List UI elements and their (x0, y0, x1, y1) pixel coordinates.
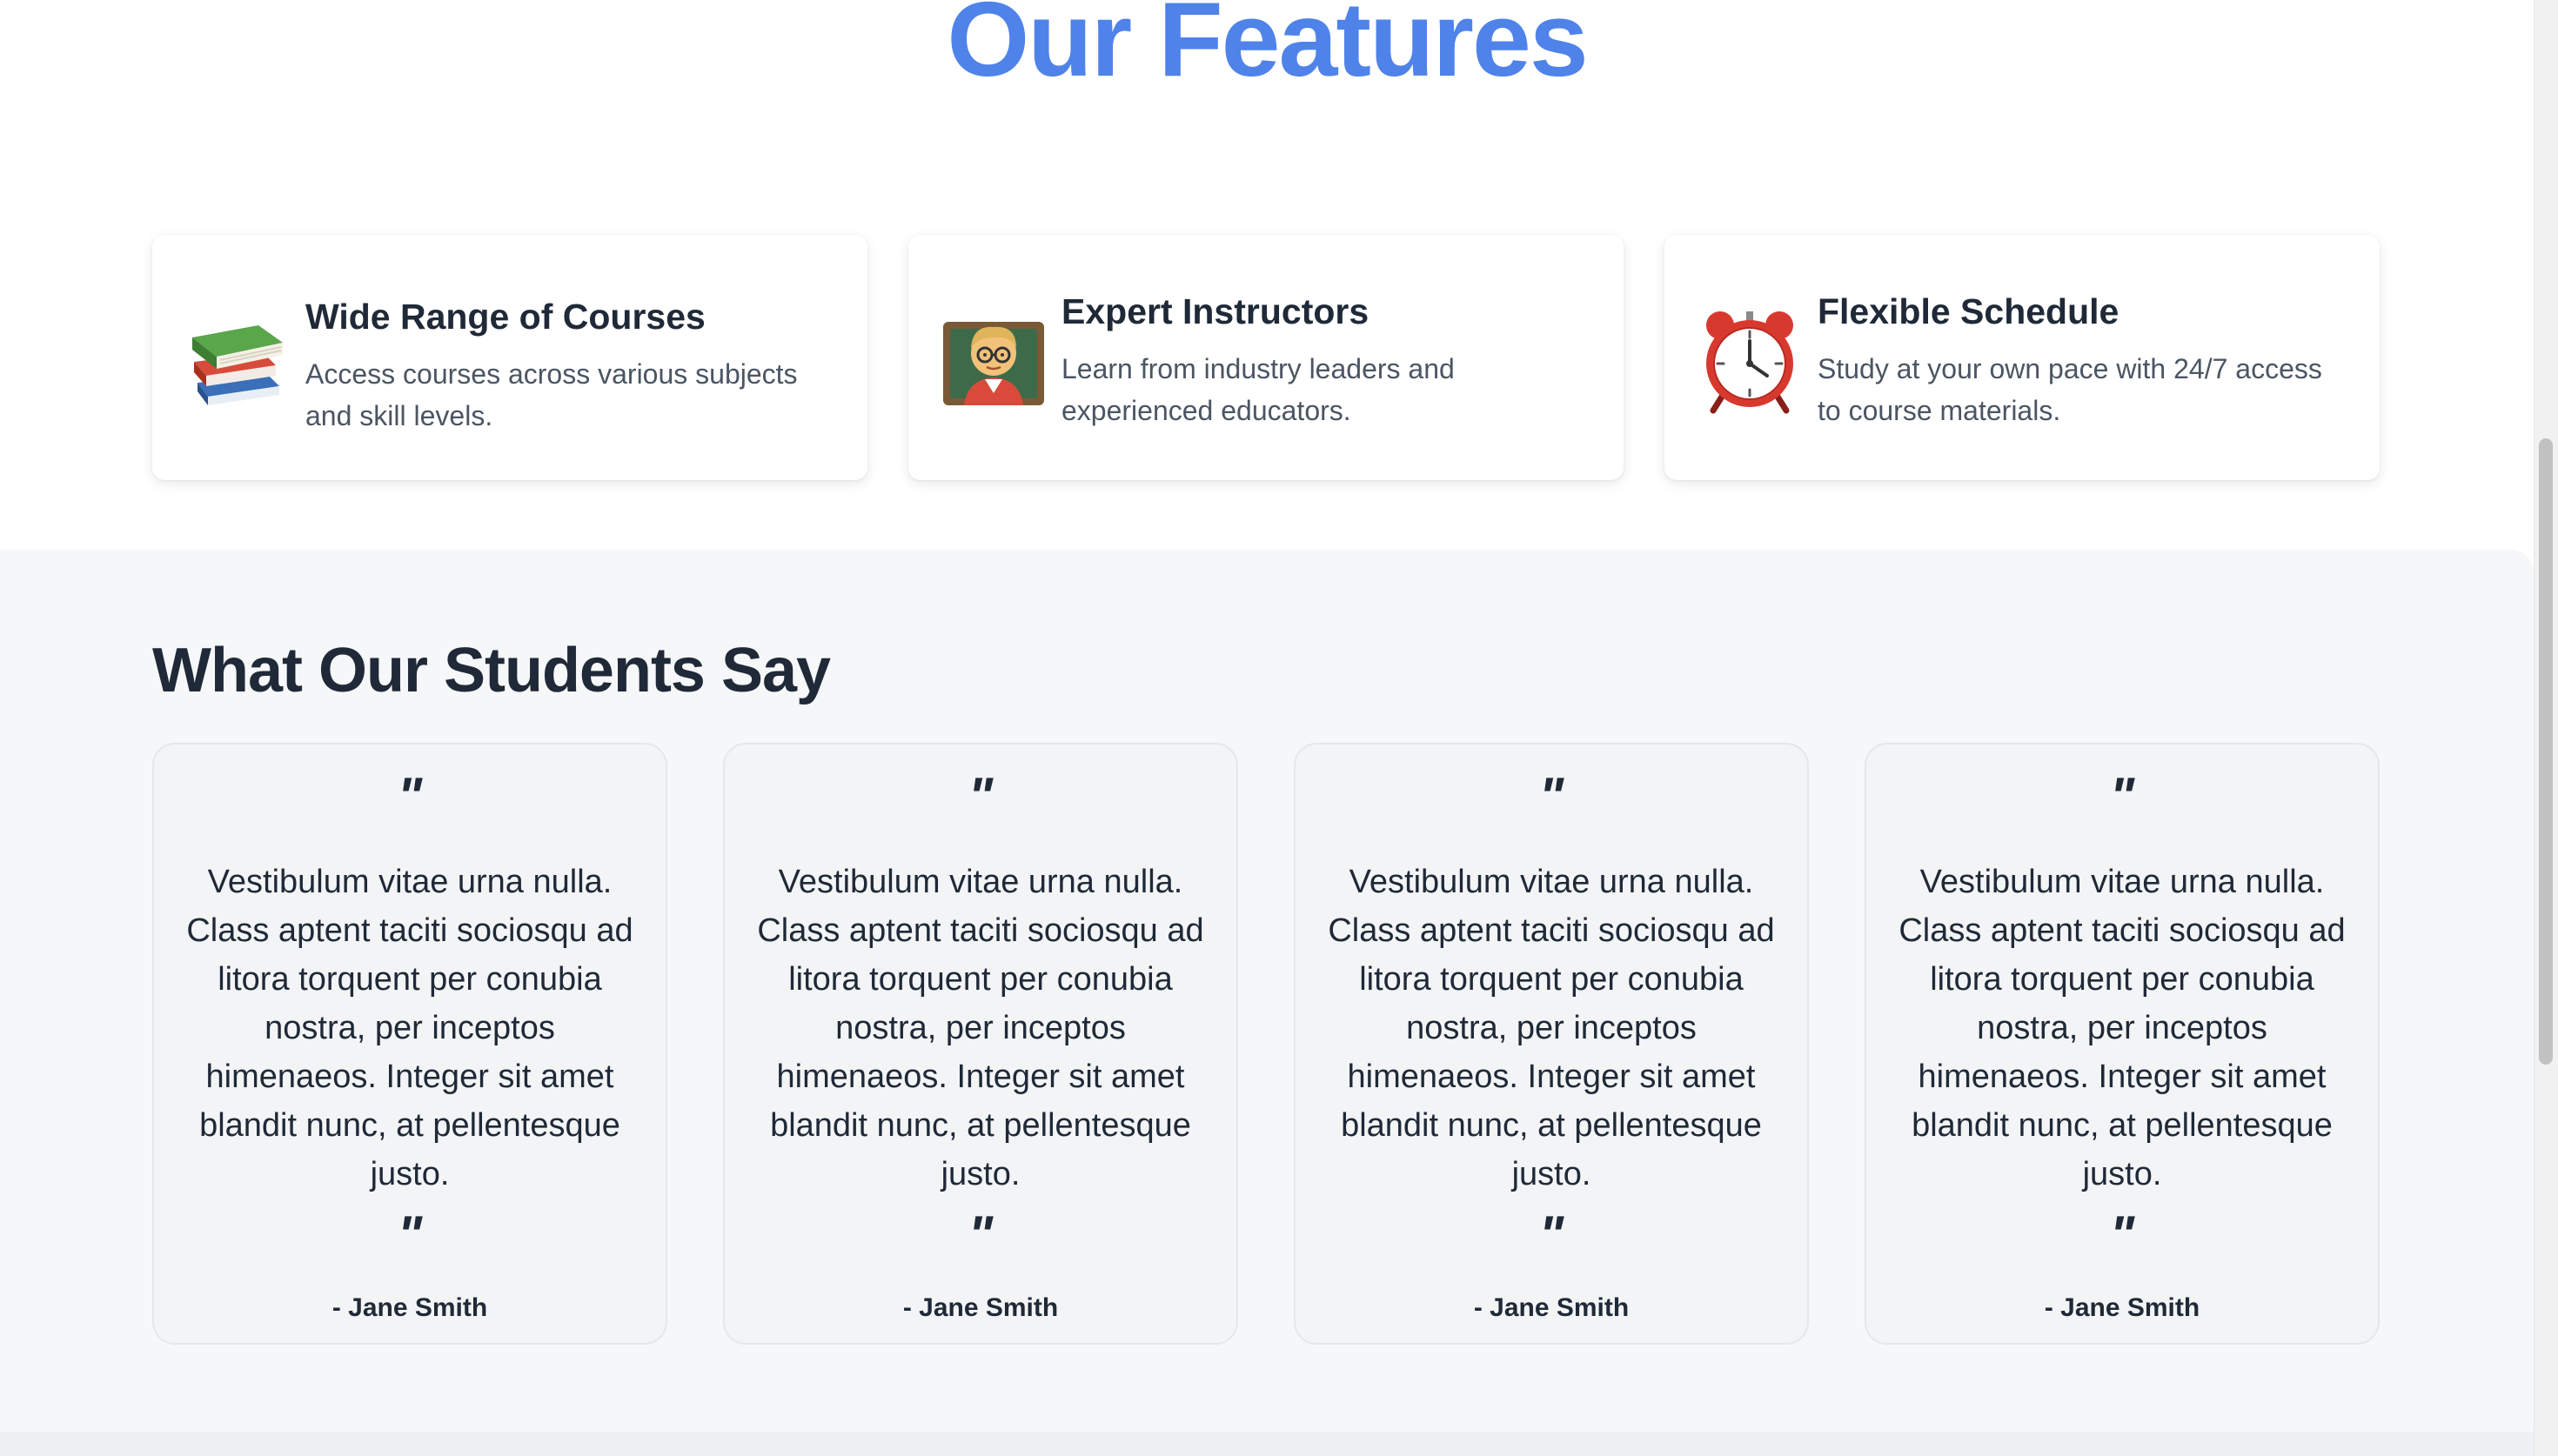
testimonial-author: - Jane Smith (2044, 1293, 2200, 1322)
testimonials-section: What Our Students Say " Vestibulum vitae… (0, 550, 2534, 1432)
next-section-edge (0, 1432, 2534, 1456)
feature-card-courses: Wide Range of Courses Access courses acr… (152, 235, 867, 480)
feature-title: Expert Instructors (1061, 291, 1369, 331)
open-quote-icon: " (968, 767, 994, 825)
open-quote-icon: " (2109, 767, 2135, 825)
features-section: Our Features Wide Range of Courses Acces… (0, 0, 2534, 550)
testimonial-card: " Vestibulum vitae urna nulla. Class apt… (723, 743, 1238, 1345)
teacher-icon (941, 303, 1046, 416)
testimonial-card: " Vestibulum vitae urna nulla. Class apt… (1865, 743, 2380, 1345)
open-quote-icon: " (397, 767, 423, 825)
testimonial-author: - Jane Smith (902, 1293, 1059, 1322)
feature-title: Flexible Schedule (1818, 291, 2119, 331)
testimonial-text: Vestibulum vitae urna nulla. Class apten… (757, 864, 1204, 1192)
feature-title: Wide Range of Courses (305, 297, 706, 337)
testimonial-author: - Jane Smith (1473, 1293, 1630, 1322)
testimonial-author: - Jane Smith (331, 1293, 488, 1322)
feature-description: Learn from industry leaders and experien… (1061, 353, 1455, 426)
page: Our Features Wide Range of Courses Acces… (0, 0, 2558, 1456)
close-quote-icon: " (2109, 1206, 2135, 1264)
close-quote-icon: " (1538, 1206, 1564, 1264)
testimonial-text: Vestibulum vitae urna nulla. Class apten… (1328, 864, 1775, 1192)
testimonial-card: " Vestibulum vitae urna nulla. Class apt… (1294, 743, 1809, 1345)
feature-description: Access courses across various subjects a… (305, 358, 798, 431)
features-title: Our Features (947, 0, 1588, 98)
feature-card-schedule: Flexible Schedule Study at your own pace… (1664, 235, 2380, 480)
testimonial-text: Vestibulum vitae urna nulla. Class apten… (186, 864, 633, 1192)
close-quote-icon: " (968, 1206, 994, 1264)
books-icon (185, 303, 290, 416)
open-quote-icon: " (1538, 767, 1564, 825)
feature-description: Study at your own pace with 24/7 access … (1818, 353, 2322, 426)
alarm-clock-icon (1698, 303, 1802, 416)
feature-card-instructors: Expert Instructors Learn from industry l… (908, 235, 1624, 480)
testimonial-card: " Vestibulum vitae urna nulla. Class apt… (152, 743, 667, 1345)
close-quote-icon: " (397, 1206, 423, 1264)
scrollbar-thumb[interactable] (2539, 438, 2553, 1065)
testimonial-text: Vestibulum vitae urna nulla. Class apten… (1898, 864, 2346, 1192)
testimonials-title: What Our Students Say (152, 636, 831, 705)
